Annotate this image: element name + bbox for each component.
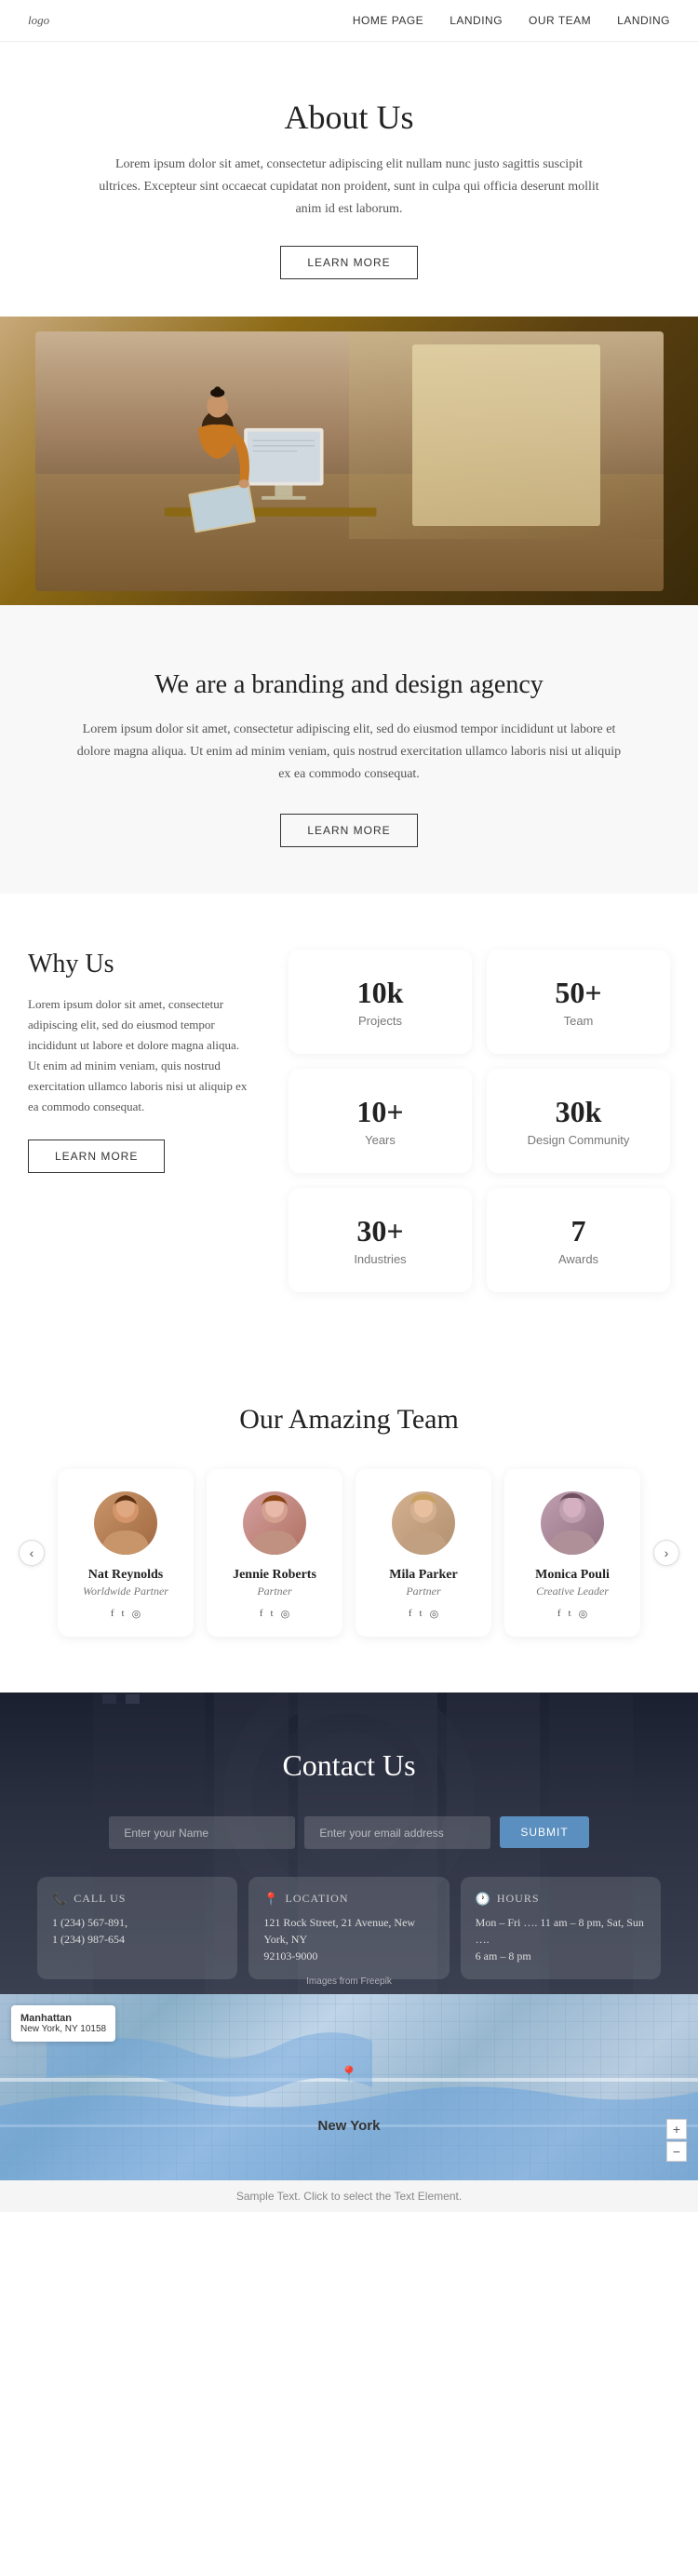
avatar-3	[541, 1491, 604, 1555]
map-zoom-in-button[interactable]: +	[666, 2119, 687, 2139]
team-prev-button[interactable]: ‹	[19, 1540, 45, 1566]
map-city: Manhattan	[20, 2013, 106, 2024]
call-line1: 1 (234) 567-891,	[52, 1914, 222, 1931]
branding-description: Lorem ipsum dolor sit amet, consectetur …	[74, 719, 624, 785]
map-zoom-out-button[interactable]: −	[666, 2141, 687, 2162]
hours-title: HOURS	[497, 1892, 540, 1906]
contact-section: Contact Us SUBMIT 📞 CALL US 1 (234) 567-…	[0, 1693, 698, 1994]
call-title: CALL US	[74, 1892, 126, 1906]
map-pin: 📍	[340, 2065, 358, 2084]
location-icon: 📍	[263, 1892, 279, 1907]
twitter-icon-1[interactable]: t	[271, 1608, 274, 1620]
stat-awards: 7 Awards	[487, 1188, 670, 1292]
branding-learn-more-button[interactable]: LEARN MORE	[280, 814, 417, 847]
social-icons-3: f t ◎	[519, 1608, 625, 1620]
contact-location-card: 📍 LOCATION 121 Rock Street, 21 Avenue, N…	[248, 1877, 449, 1979]
team-title: Our Amazing Team	[19, 1404, 679, 1436]
team-card-1: Jennie Roberts Partner f t ◎	[207, 1469, 342, 1637]
contact-title: Contact Us	[37, 1748, 661, 1783]
stat-industries: 30+ Industries	[289, 1188, 472, 1292]
team-next-button[interactable]: ›	[653, 1540, 679, 1566]
about-learn-more-button[interactable]: LEARN MORE	[280, 246, 417, 279]
stat-years: 10+ Years	[289, 1069, 472, 1173]
why-learn-more-button[interactable]: LEARN MORE	[28, 1140, 165, 1173]
hours-line2: 6 am – 8 pm	[476, 1948, 646, 1964]
nav-homepage[interactable]: HOME PAGE	[353, 14, 423, 27]
facebook-icon-0[interactable]: f	[111, 1608, 114, 1620]
branding-title: We are a branding and design agency	[74, 670, 624, 700]
call-line2: 1 (234) 987-654	[52, 1931, 222, 1948]
freepik-credit: Images from Freepik	[306, 1976, 392, 1987]
contact-cards: 📞 CALL US 1 (234) 567-891, 1 (234) 987-6…	[37, 1877, 661, 1979]
stat-projects: 10k Projects	[289, 950, 472, 1054]
hours-line1: Mon – Fri …. 11 am – 8 pm, Sat, Sun ….	[476, 1914, 646, 1948]
map-city-label: New York	[318, 2118, 381, 2134]
contact-email-input[interactable]	[304, 1816, 490, 1849]
nav-landing1[interactable]: LANDING	[450, 14, 503, 27]
team-section: Our Amazing Team ‹ Nat Reynolds Worldwid…	[0, 1348, 698, 1693]
social-icons-0: f t ◎	[73, 1608, 179, 1620]
contact-hours-card: 🕐 HOURS Mon – Fri …. 11 am – 8 pm, Sat, …	[461, 1877, 661, 1979]
twitter-icon-0[interactable]: t	[122, 1608, 125, 1620]
social-icons-1: f t ◎	[221, 1608, 328, 1620]
instagram-icon-1[interactable]: ◎	[281, 1608, 290, 1620]
location-line1: 121 Rock Street, 21 Avenue, New York, NY	[263, 1914, 434, 1948]
map-zoom-controls: + −	[666, 2119, 687, 2162]
nav-landing2[interactable]: LANDING	[617, 14, 670, 27]
facebook-icon-3[interactable]: f	[557, 1608, 561, 1620]
team-card-2: Mila Parker Partner f t ◎	[356, 1469, 491, 1637]
why-description: Lorem ipsum dolor sit amet, consectetur …	[28, 994, 251, 1118]
map-info-box: Manhattan New York, NY 10158	[11, 2005, 115, 2042]
hero-person-illustration	[98, 357, 443, 578]
hero-image	[0, 317, 698, 605]
team-card-3: Monica Pouli Creative Leader f t ◎	[504, 1469, 640, 1637]
phone-icon: 📞	[52, 1892, 68, 1907]
contact-form: SUBMIT	[37, 1816, 661, 1849]
avatar-0	[94, 1491, 157, 1555]
team-card-0: Nat Reynolds Worldwide Partner f t ◎	[58, 1469, 194, 1637]
facebook-icon-1[interactable]: f	[260, 1608, 263, 1620]
facebook-icon-2[interactable]: f	[409, 1608, 412, 1620]
why-section: Why Us Lorem ipsum dolor sit amet, conse…	[0, 894, 698, 1348]
about-title: About Us	[93, 98, 605, 137]
avatar-1	[243, 1491, 306, 1555]
location-title: LOCATION	[286, 1892, 349, 1906]
map-section[interactable]: 📍 New York Manhattan New York, NY 10158 …	[0, 1994, 698, 2180]
contact-name-input[interactable]	[109, 1816, 295, 1849]
nav-links: HOME PAGE LANDING OUR TEAM LANDING	[353, 14, 670, 27]
twitter-icon-2[interactable]: t	[420, 1608, 423, 1620]
team-cards-container: ‹ Nat Reynolds Worldwide Partner f t ◎	[19, 1469, 679, 1637]
why-left: Why Us Lorem ipsum dolor sit amet, conse…	[28, 950, 251, 1174]
why-title: Why Us	[28, 950, 251, 979]
logo: logo	[28, 13, 49, 28]
instagram-icon-2[interactable]: ◎	[430, 1608, 439, 1620]
contact-call-card: 📞 CALL US 1 (234) 567-891, 1 (234) 987-6…	[37, 1877, 237, 1979]
about-section: About Us Lorem ipsum dolor sit amet, con…	[0, 42, 698, 317]
branding-section: We are a branding and design agency Lore…	[0, 605, 698, 893]
instagram-icon-3[interactable]: ◎	[579, 1608, 588, 1620]
stat-team: 50+ Team	[487, 950, 670, 1054]
stat-community: 30k Design Community	[487, 1069, 670, 1173]
map-state: New York, NY 10158	[20, 2024, 106, 2034]
social-icons-2: f t ◎	[370, 1608, 477, 1620]
instagram-icon-0[interactable]: ◎	[132, 1608, 141, 1620]
hours-icon: 🕐	[476, 1892, 491, 1907]
twitter-icon-3[interactable]: t	[569, 1608, 571, 1620]
sample-text-footer: Sample Text. Click to select the Text El…	[0, 2180, 698, 2212]
contact-submit-button[interactable]: SUBMIT	[500, 1816, 588, 1848]
nav-ourteam[interactable]: OUR TEAM	[529, 14, 591, 27]
stats-grid: 10k Projects 50+ Team 10+ Years 30k Desi…	[289, 950, 670, 1292]
about-description: Lorem ipsum dolor sit amet, consectetur …	[93, 154, 605, 220]
location-line2: 92103-9000	[263, 1948, 434, 1964]
navbar: logo HOME PAGE LANDING OUR TEAM LANDING	[0, 0, 698, 42]
avatar-2	[392, 1491, 455, 1555]
